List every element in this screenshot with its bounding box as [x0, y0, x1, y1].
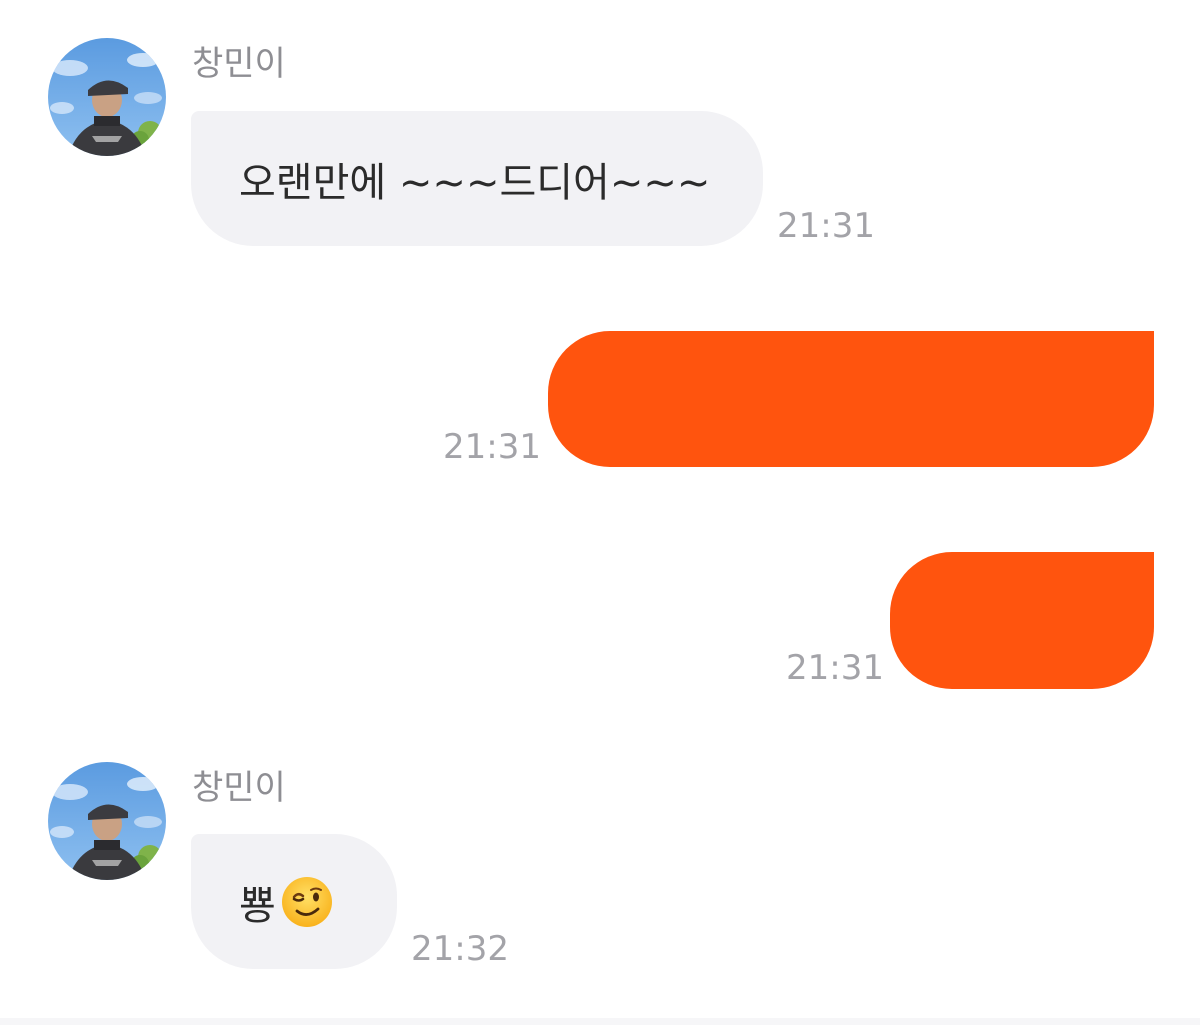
sender-avatar[interactable]	[48, 762, 166, 880]
message-bubble-redacted[interactable]	[890, 552, 1154, 689]
message-bubble-redacted[interactable]	[548, 331, 1154, 467]
sender-avatar[interactable]	[48, 38, 166, 156]
message-bubble[interactable]: 오랜만에 ~~~드디어~~~	[191, 111, 763, 246]
message-time: 21:31	[786, 648, 884, 688]
message-text: 오랜만에 ~~~드디어~~~	[239, 159, 711, 206]
message-time: 21:31	[777, 206, 875, 246]
winking-face-icon	[280, 875, 334, 929]
sender-name: 창민이	[192, 44, 286, 84]
profile-photo-icon	[48, 38, 166, 156]
message-time: 21:32	[411, 929, 509, 969]
sender-name: 창민이	[192, 768, 286, 808]
message-time: 21:31	[443, 427, 541, 467]
message-bubble[interactable]: 뿅	[191, 834, 397, 969]
bottom-divider	[0, 1018, 1200, 1025]
profile-photo-icon	[48, 762, 166, 880]
message-text: 뿅	[239, 882, 276, 929]
